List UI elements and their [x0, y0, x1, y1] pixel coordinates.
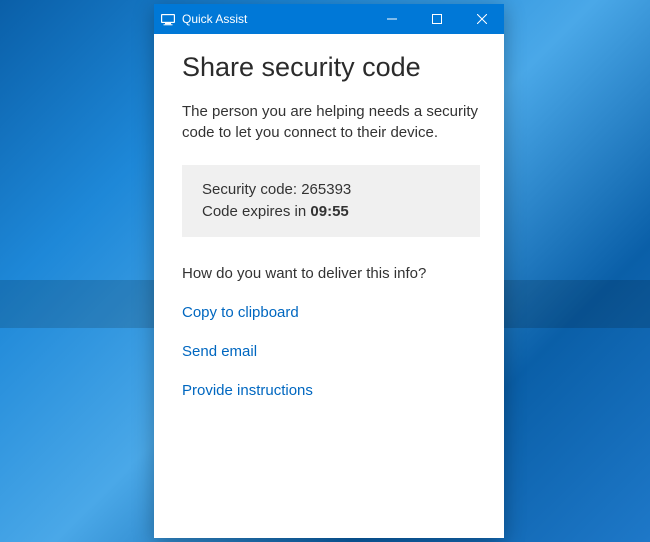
security-code-value: 265393: [301, 181, 351, 198]
security-code-box: Security code: 265393 Code expires in 09…: [182, 165, 480, 237]
quick-assist-window: Quick Assist Share security code The per…: [154, 4, 504, 538]
content-area: Share security code The person you are h…: [154, 34, 504, 538]
provide-instructions-link[interactable]: Provide instructions: [182, 382, 480, 399]
expires-line: Code expires in 09:55: [202, 201, 460, 223]
copy-to-clipboard-link[interactable]: Copy to clipboard: [182, 304, 480, 321]
page-description: The person you are helping needs a secur…: [182, 101, 480, 143]
titlebar[interactable]: Quick Assist: [154, 4, 504, 34]
maximize-button[interactable]: [414, 4, 459, 34]
expires-label: Code expires in: [202, 203, 310, 220]
page-heading: Share security code: [182, 52, 480, 83]
security-code-label: Security code:: [202, 181, 301, 198]
security-code-line: Security code: 265393: [202, 179, 460, 201]
app-icon: [160, 11, 176, 27]
send-email-link[interactable]: Send email: [182, 343, 480, 360]
deliver-question: How do you want to deliver this info?: [182, 265, 480, 282]
close-button[interactable]: [459, 4, 504, 34]
expires-value: 09:55: [310, 203, 348, 220]
minimize-button[interactable]: [369, 4, 414, 34]
titlebar-title: Quick Assist: [182, 12, 247, 26]
